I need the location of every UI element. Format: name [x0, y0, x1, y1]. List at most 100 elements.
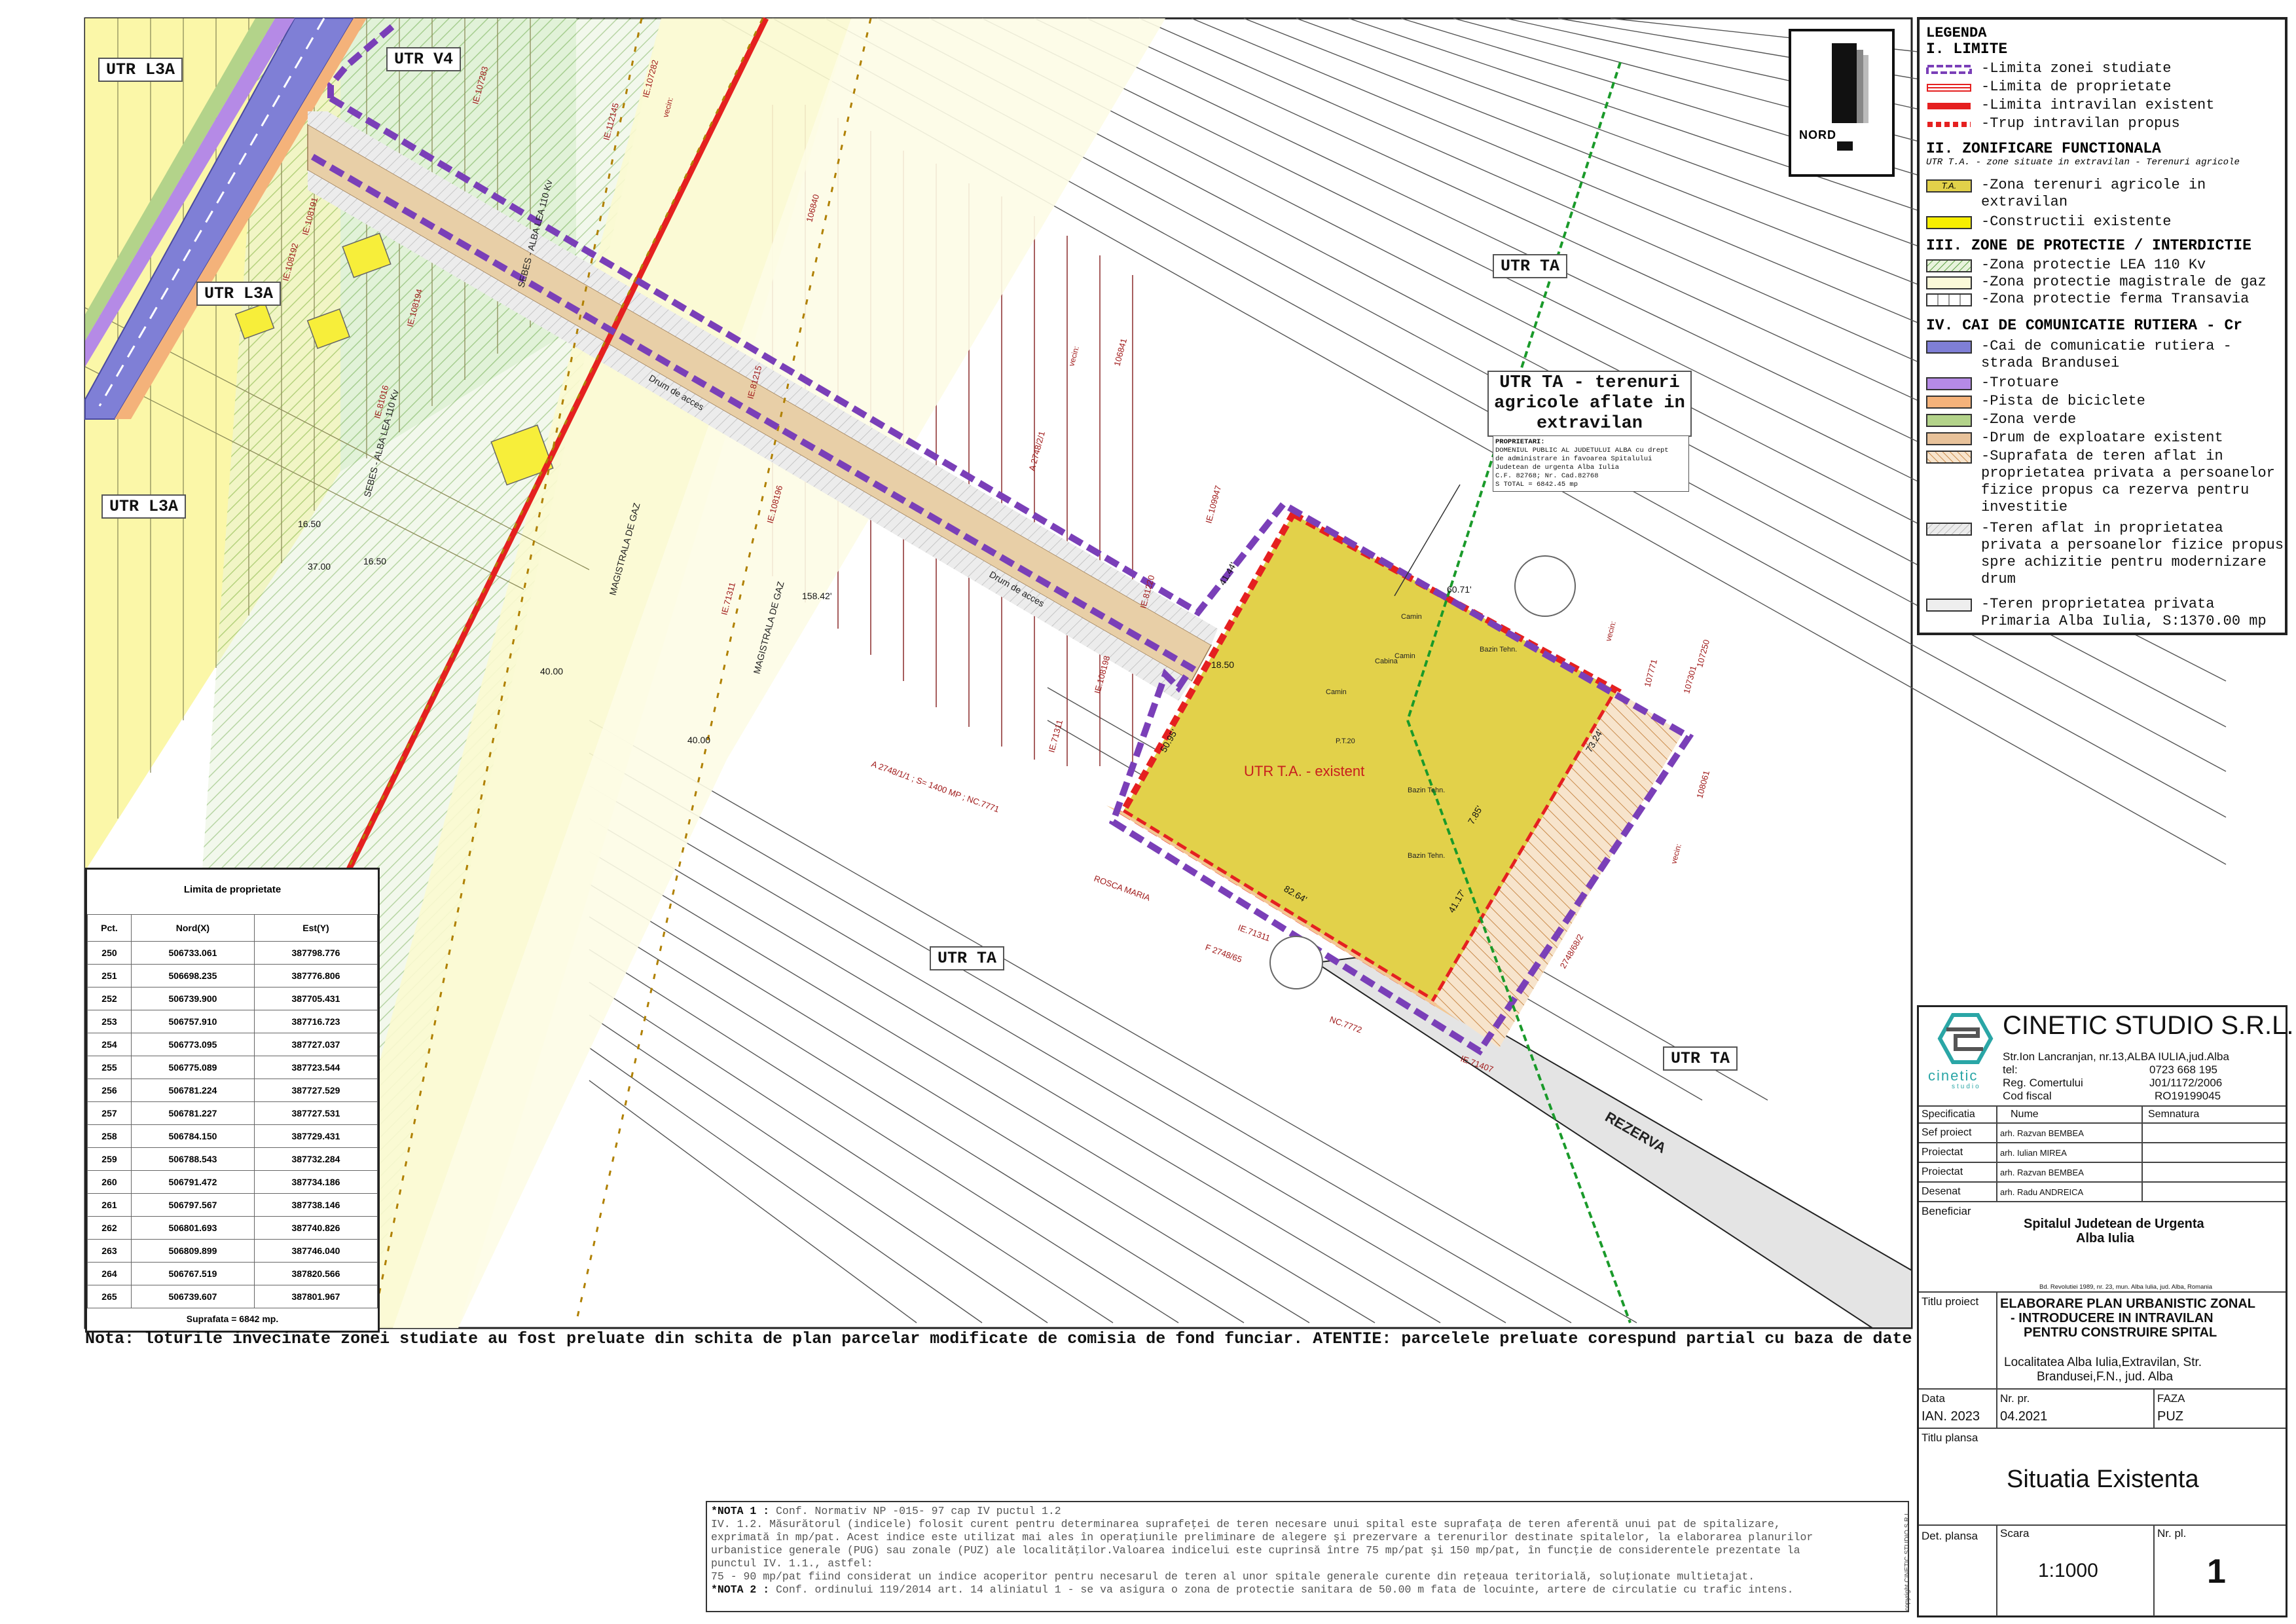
sheet-title-section: Titlu plansa Situatia Existenta: [1919, 1428, 2286, 1524]
table-cell: 506775.089: [130, 1056, 255, 1079]
table-cell: 387727.531: [253, 1101, 378, 1125]
table-cell: 265: [87, 1285, 132, 1308]
table-cell: 506739.900: [130, 987, 255, 1010]
data-row: Data IAN. 2023 Nr. pr. 04.2021 FAZA PUZ: [1919, 1388, 2286, 1428]
legend-section-limits: I. LIMITE: [1926, 41, 2008, 58]
project-number: 04.2021: [2000, 1409, 2048, 1424]
svg-text:Bazin Tehn.: Bazin Tehn.: [1480, 646, 1517, 654]
table-cell: 506767.519: [130, 1262, 255, 1285]
nota1-ref: Conf. Normativ NP -015- 97 cap IV puctul…: [776, 1505, 1061, 1517]
project-location: Brandusei,F.N., jud. Alba: [2037, 1370, 2174, 1384]
table-cell: 251: [87, 964, 132, 987]
nota1-line: 75 - 90 mp/pat fiind considerat un indic…: [711, 1570, 1755, 1583]
coordinates-table-panel: Limita de proprietate Pct. Nord(X) Est(Y…: [85, 868, 380, 1333]
nota2-tag: *NOTA 2 :: [711, 1583, 770, 1596]
table-cell: 250: [87, 941, 132, 965]
svg-text:60.71': 60.71': [1447, 584, 1472, 595]
yellow-fill-symbol: [1926, 216, 1972, 229]
sheet-title: Situatia Existenta: [2007, 1466, 2199, 1493]
svg-text:Camin: Camin: [1326, 688, 1347, 696]
table-cell: 252: [87, 987, 132, 1010]
legend-item-reserve-land: -Suprafata de teren aflat in proprietate…: [1926, 448, 2286, 520]
turn-circle: [1514, 555, 1576, 617]
table-cell: 262: [87, 1216, 132, 1240]
personnel-header-row: Specificatia Nume Semnatura: [1919, 1105, 2286, 1122]
table-cell: 506809.899: [130, 1239, 255, 1263]
project-title-line: PENTRU CONSTRUIRE SPITAL: [2024, 1325, 2217, 1340]
svg-text:16.50: 16.50: [363, 556, 386, 566]
table-cell: 506781.224: [130, 1079, 255, 1102]
nota1-line: IV. 1.2. Măsurătorul (indicele) folosit …: [711, 1518, 1781, 1530]
north-arrow-box: NORD: [1789, 29, 1895, 177]
table-cell: 506797.567: [130, 1193, 255, 1217]
fiscal-label: Cod fiscal: [2003, 1090, 2052, 1102]
tan-hatch-symbol: [1926, 451, 1972, 464]
table-cell: 506788.543: [130, 1147, 255, 1171]
lightgrey-fill-symbol: [1926, 599, 1972, 612]
table-cell: 387740.826: [253, 1216, 378, 1240]
svg-text:Bazin Tehn.: Bazin Tehn.: [1408, 852, 1445, 860]
table-row: 260 506791.472 387734.186: [87, 1170, 378, 1194]
table-cell: 387705.431: [253, 987, 378, 1010]
table-cell: 256: [87, 1079, 132, 1102]
personnel-row: Proiectat arh. Iulian MIREA: [1919, 1142, 2286, 1162]
table-cell: 387729.431: [253, 1124, 378, 1148]
nota1-tag: *NOTA 1 :: [711, 1505, 770, 1517]
table-cell: 263: [87, 1239, 132, 1263]
legend-item-ta-zone: T.A. -Zona terenuri agricole in extravil…: [1926, 177, 2286, 213]
legend-title: LEGENDA: [1926, 25, 1987, 41]
table-cell: 506733.061: [130, 941, 255, 965]
company-name: CINETIC STUDIO S.R.L.: [2003, 1011, 2294, 1040]
tan-fill-symbol: [1926, 432, 1972, 445]
tel-label: tel:: [2003, 1063, 2018, 1076]
green-fill-symbol: [1926, 414, 1972, 427]
scale-value: 1:1000: [2038, 1560, 2098, 1581]
red-dotted-symbol: [1927, 122, 1971, 127]
beneficiary-address: Bd. Revolutiei 1989, nr. 23, mun. Alba I…: [2039, 1283, 2213, 1291]
coordinates-table: Pct. Nord(X) Est(Y) 250 506733.061 387798.…: [87, 914, 378, 1308]
copyright-text: copyright CINETIC STUDIO S.R.L.: [1904, 1509, 1911, 1611]
table-cell: 387727.529: [253, 1079, 378, 1102]
zone-label-utr-v4: UTR V4: [386, 47, 462, 71]
table-cell: 387734.186: [253, 1170, 378, 1194]
table-row: 259 506788.543 387732.284: [87, 1147, 378, 1171]
legend-section-zoning: II. ZONIFICARE FUNCTIONALA: [1926, 140, 2161, 157]
table-row: 257 506781.227 387727.531: [87, 1101, 378, 1125]
nota2-text: Conf. ordinului 119/2014 art. 14 aliniat…: [776, 1583, 1794, 1596]
table-row: 256 506781.224 387727.529: [87, 1079, 378, 1102]
title-block: cinetic studio CINETIC STUDIO S.R.L. Str…: [1917, 1005, 2294, 1617]
project-title-section: Titlu proiect ELABORARE PLAN URBANISTIC …: [1919, 1291, 2286, 1388]
tel-value: 0723 668 195: [2149, 1063, 2217, 1076]
table-row: 250 506733.061 387798.776: [87, 941, 378, 965]
site-zone-label: UTR T.A. - existent: [1244, 763, 1364, 779]
table-row: 264 506767.519 387820.566: [87, 1262, 378, 1285]
svg-text:P.T.20: P.T.20: [1336, 737, 1355, 745]
table-row: 261 506797.567 387738.146: [87, 1193, 378, 1217]
reg-label: Reg. Comertului: [2003, 1077, 2083, 1089]
table-cell: 506784.150: [130, 1124, 255, 1148]
zone-label-utr-ta: UTR TA: [1663, 1046, 1738, 1071]
table-cell: 506773.095: [130, 1033, 255, 1056]
svg-text:37.00: 37.00: [308, 561, 331, 572]
table-cell: 387746.040: [253, 1239, 378, 1263]
table-cell: 260: [87, 1170, 132, 1194]
project-title-line: - INTRODUCERE IN INTRAVILAN: [2011, 1311, 2214, 1325]
ta-fill-symbol: T.A.: [1926, 179, 1972, 193]
table-row: 263 506809.899 387746.040: [87, 1239, 378, 1263]
table-cell: 387776.806: [253, 964, 378, 987]
scale-row: Det. plansa Scara 1:1000 Nr. pl. 1: [1919, 1524, 2286, 1616]
beneficiary-line: Alba Iulia: [2076, 1231, 2134, 1246]
table-cell: 387727.037: [253, 1033, 378, 1056]
zone-label-utr-l3a: UTR L3A: [98, 58, 183, 82]
owner-info-box: PROPRIETARI: DOMENIUL PUBLIC AL JUDETULU…: [1493, 435, 1689, 492]
table-cell: 264: [87, 1262, 132, 1285]
north-arrow-icon: [1832, 43, 1868, 151]
reg-value: J01/1172/2006: [2149, 1077, 2223, 1089]
violet-fill-symbol: [1926, 377, 1972, 390]
table-cell: 258: [87, 1124, 132, 1148]
table-cell: 506801.693: [130, 1216, 255, 1240]
svg-text:Camin: Camin: [1394, 652, 1415, 660]
project-title-line: ELABORARE PLAN URBANISTIC ZONAL: [2000, 1297, 2255, 1311]
table-row: 252 506739.900 387705.431: [87, 987, 378, 1010]
legend-panel: LEGENDA I. LIMITE -Limita zonei studiate…: [1917, 17, 2287, 635]
